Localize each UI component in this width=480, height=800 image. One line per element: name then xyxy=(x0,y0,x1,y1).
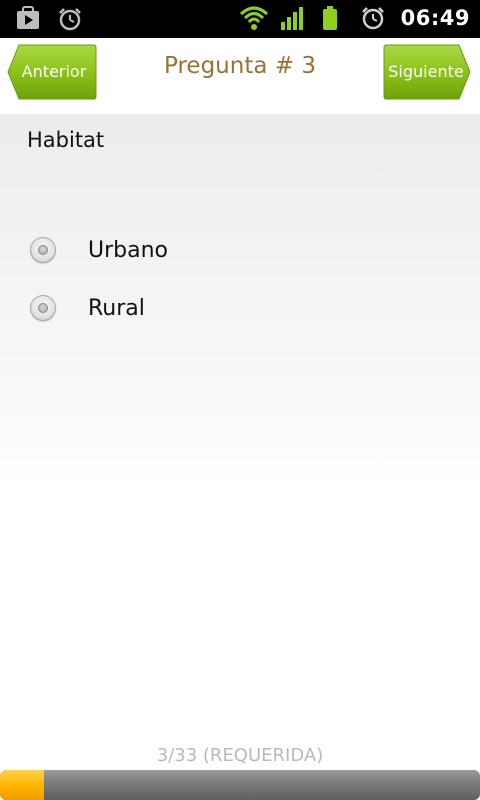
question-label: Habitat xyxy=(27,128,105,152)
option-label: Urbano xyxy=(88,237,168,263)
wifi-icon xyxy=(239,4,268,32)
next-button[interactable]: Siguiente xyxy=(383,44,471,100)
page-title: Pregunta # 3 xyxy=(164,53,316,79)
alarm-icon xyxy=(359,4,387,32)
play-store-notification-icon xyxy=(14,5,42,33)
option-urbano[interactable]: Urbano xyxy=(30,233,168,267)
battery-icon xyxy=(319,4,347,32)
option-label: Rural xyxy=(88,295,145,321)
radio-button[interactable] xyxy=(30,295,56,321)
alarm-notification-icon xyxy=(56,5,84,33)
option-rural[interactable]: Rural xyxy=(30,291,145,325)
status-bar: 06:49 xyxy=(0,0,480,38)
signal-icon xyxy=(279,4,307,32)
clock-time: 06:49 xyxy=(400,6,470,30)
progress-footer: 3/33 (REQUERIDA) xyxy=(0,740,480,800)
previous-button-label: Anterior xyxy=(21,62,87,81)
radio-button[interactable] xyxy=(30,237,56,263)
next-button-label: Siguiente xyxy=(388,62,464,81)
question-body: Habitat Urbano Rural xyxy=(0,114,480,740)
progress-bar-fill xyxy=(0,770,44,800)
progress-text: 3/33 (REQUERIDA) xyxy=(156,745,324,766)
question-header: Anterior Pregunta # 3 Siguiente xyxy=(0,38,480,114)
previous-button[interactable]: Anterior xyxy=(7,44,97,100)
progress-bar xyxy=(0,770,480,800)
